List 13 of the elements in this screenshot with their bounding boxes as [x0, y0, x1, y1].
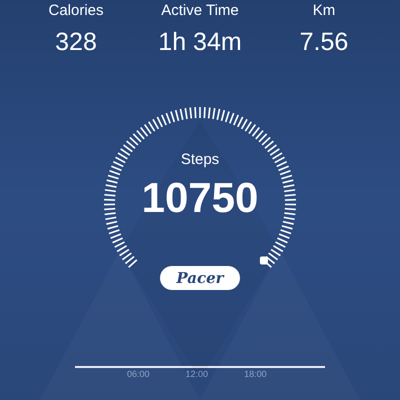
stat-label: Km	[312, 2, 336, 19]
steps-count: 10750	[142, 174, 258, 222]
progress-knob	[260, 256, 268, 265]
stat-label: Calories	[48, 2, 104, 19]
time-label: 06:00	[127, 369, 150, 379]
time-label: 18:00	[244, 369, 267, 379]
brand-logo: Pacer	[160, 266, 240, 290]
steps-label: Steps	[180, 151, 220, 168]
stat-value: 1h 34m	[158, 28, 242, 57]
stat-label: Active Time	[161, 2, 239, 19]
stat-value: 7.56	[300, 28, 348, 57]
time-label: 12:00	[186, 369, 208, 379]
stat-value: 328	[55, 28, 97, 57]
